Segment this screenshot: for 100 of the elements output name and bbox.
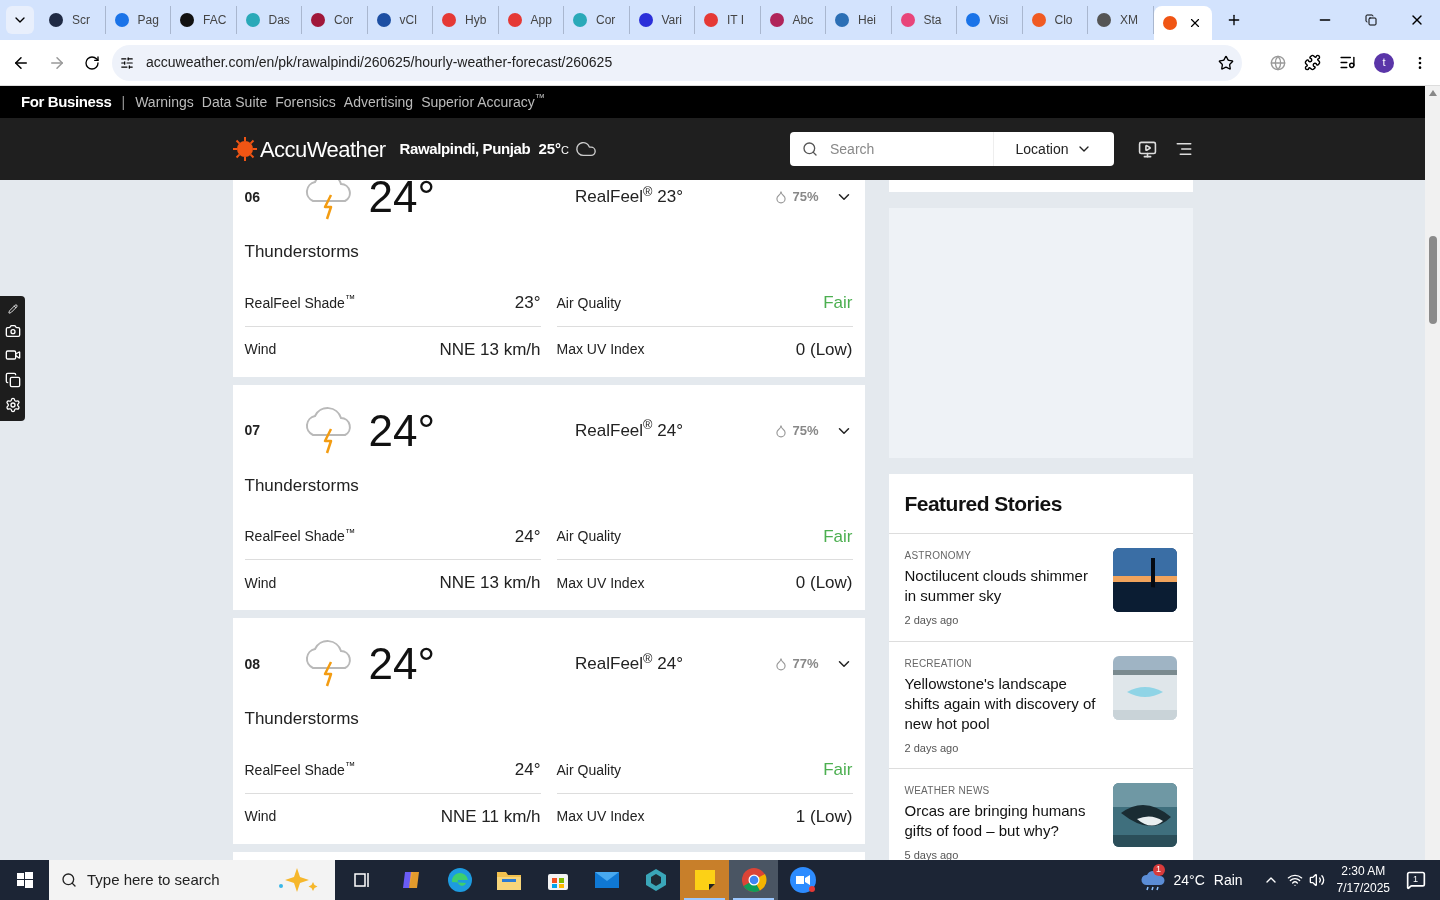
media-controls-icon[interactable]: [1339, 54, 1356, 71]
detail-value: Fair: [823, 759, 853, 782]
browser-tab[interactable]: vCl: [367, 6, 433, 34]
for-business-link[interactable]: For Business: [21, 90, 112, 114]
nav-link[interactable]: Warnings: [135, 91, 194, 113]
detail-label: Air Quality: [556, 293, 622, 313]
detail-label: Wind: [244, 340, 277, 359]
detail-label: Air Quality: [556, 760, 622, 780]
browser-tab[interactable]: Das: [236, 6, 302, 34]
condition-text: Thunderstorms: [244, 241, 359, 263]
site-info-icon[interactable]: [120, 55, 134, 70]
detail-value: NNE 13 km/h: [439, 338, 541, 361]
bookmark-icon[interactable]: [1218, 54, 1234, 71]
detail-label: RealFeel Shade$^{™}$: [244, 759, 356, 780]
browser-tab[interactable]: Cor: [564, 6, 630, 34]
detail-value: 0 (Low): [795, 572, 853, 595]
settings-icon[interactable]: [4, 396, 21, 413]
sticky-notes-icon[interactable]: [693, 869, 716, 891]
detail-label: RealFeel Shade$^{™}$: [244, 292, 356, 313]
temperature: 24°: [368, 180, 436, 219]
browser-tab[interactable]: FAC: [171, 6, 237, 34]
browser-tab[interactable]: Cor: [302, 6, 368, 34]
network-icon[interactable]: [1286, 872, 1303, 888]
browser-tab[interactable]: Hei: [826, 6, 892, 34]
extensions-icon[interactable]: [1304, 54, 1321, 71]
menu-icon[interactable]: [1175, 140, 1193, 158]
scroll-up-arrow-icon[interactable]: [1428, 90, 1437, 96]
story-age: 2 days ago: [904, 613, 960, 628]
chrome-icon[interactable]: [740, 867, 767, 893]
detail-value: 24°: [514, 759, 541, 782]
edge-icon[interactable]: [446, 867, 473, 893]
browser-tab[interactable]: App: [498, 6, 564, 34]
folder-icon[interactable]: [495, 869, 522, 891]
hour-label: 06: [244, 187, 262, 207]
reload-button[interactable]: [84, 54, 100, 71]
browser-tab[interactable]: Visi: [957, 6, 1023, 34]
browser-tab[interactable]: Hyb: [433, 6, 499, 34]
hexagon-app-icon[interactable]: [643, 868, 668, 892]
browser-tab[interactable]: XM: [1088, 6, 1154, 34]
browser-tab[interactable]: Vari: [629, 6, 695, 34]
browser-tab[interactable]: IT I: [695, 6, 761, 34]
address-bar[interactable]: accuweather.com/en/pk/rawalpindi/260625/hourly-weather-forecast/260625: [112, 44, 1242, 81]
realfeel-text: RealFeel$^{®}$ 24°: [575, 651, 683, 676]
story-headline: Noctilucent clouds shimmer in summer sky: [904, 566, 1089, 606]
search-icon: [61, 872, 77, 888]
droplet-icon: [774, 190, 789, 204]
detail-value: Fair: [823, 525, 853, 548]
browser-tab[interactable]: Scr: [40, 6, 106, 34]
search-placeholder: Type here to search: [87, 869, 221, 890]
story-item[interactable]: ASTRONOMY Noctilucent clouds shimmer in summer sky 2 days ago: [888, 534, 1193, 642]
story-item[interactable]: RECREATION Yellowstone's landscape shifts again with discovery of new hot pool 2 days ago: [888, 641, 1193, 769]
task-view-icon[interactable]: [351, 870, 372, 890]
browser-tab[interactable]: Clo: [1022, 6, 1088, 34]
precipitation: 75%: [792, 188, 819, 207]
droplet-icon: [774, 423, 789, 438]
camera-icon[interactable]: [4, 322, 21, 339]
video-icon[interactable]: [1138, 139, 1157, 159]
droplet-icon: [774, 657, 789, 671]
detail-value: 1 (Low): [795, 805, 853, 828]
profile-avatar[interactable]: t: [1374, 52, 1394, 73]
detail-label: Air Quality: [556, 527, 622, 546]
logo-text[interactable]: AccuWeather: [260, 132, 386, 166]
scrollbar-thumb[interactable]: [1428, 236, 1437, 324]
nav-link[interactable]: Forensics: [275, 91, 336, 113]
hour-label: 07: [244, 421, 262, 440]
scrollbar[interactable]: [1425, 86, 1440, 860]
pencil-icon[interactable]: [7, 304, 18, 315]
detail-value: 23°: [514, 292, 541, 315]
browser-tab[interactable]: Abc: [760, 6, 826, 34]
clock-time[interactable]: 2:30 AM: [1341, 863, 1386, 880]
weather-condition: Rain: [1213, 870, 1243, 890]
pages-icon[interactable]: [4, 372, 21, 389]
zoom-icon[interactable]: [788, 866, 817, 894]
nav-link[interactable]: Superior Accuracy$^{™}$: [421, 91, 546, 113]
location-name[interactable]: Rawalpindi, Punjab: [399, 137, 531, 161]
weather-temperature: 24°C: [1173, 870, 1205, 890]
temperature: 24°: [368, 408, 436, 453]
current-temperature: 25°C: [538, 138, 569, 159]
clock-date[interactable]: 7/17/2025: [1336, 880, 1390, 897]
story-headline: Yellowstone's landscape shifts again with discovery of new hot pool: [904, 673, 1097, 734]
story-age: 2 days ago: [904, 740, 960, 756]
location-dropdown[interactable]: Location: [994, 132, 1114, 166]
volume-icon[interactable]: [1308, 872, 1325, 888]
restore-button[interactable]: [1365, 14, 1377, 26]
mail-icon[interactable]: [593, 870, 620, 890]
section-title: Featured Stories: [904, 490, 1062, 517]
nav-link[interactable]: Data Suite: [201, 91, 268, 113]
browser-tab[interactable]: Sta: [891, 6, 957, 34]
tab-search-button[interactable]: [6, 6, 34, 34]
browser-tab[interactable]: Pag: [105, 6, 171, 34]
globe-icon[interactable]: [1270, 54, 1286, 71]
taskbar-search-field[interactable]: Type here to search: [49, 860, 335, 900]
search-bar[interactable]: Search: [790, 132, 994, 166]
nav-link[interactable]: Advertising: [343, 91, 414, 113]
detail-value: 24°: [514, 525, 541, 548]
detail-label: Wind: [244, 573, 277, 593]
story-category: WEATHER NEWS: [904, 784, 991, 798]
notifications-icon[interactable]: [1406, 870, 1426, 890]
detail-label: Max UV Index: [556, 340, 645, 359]
search-field[interactable]: Search: [830, 138, 970, 160]
